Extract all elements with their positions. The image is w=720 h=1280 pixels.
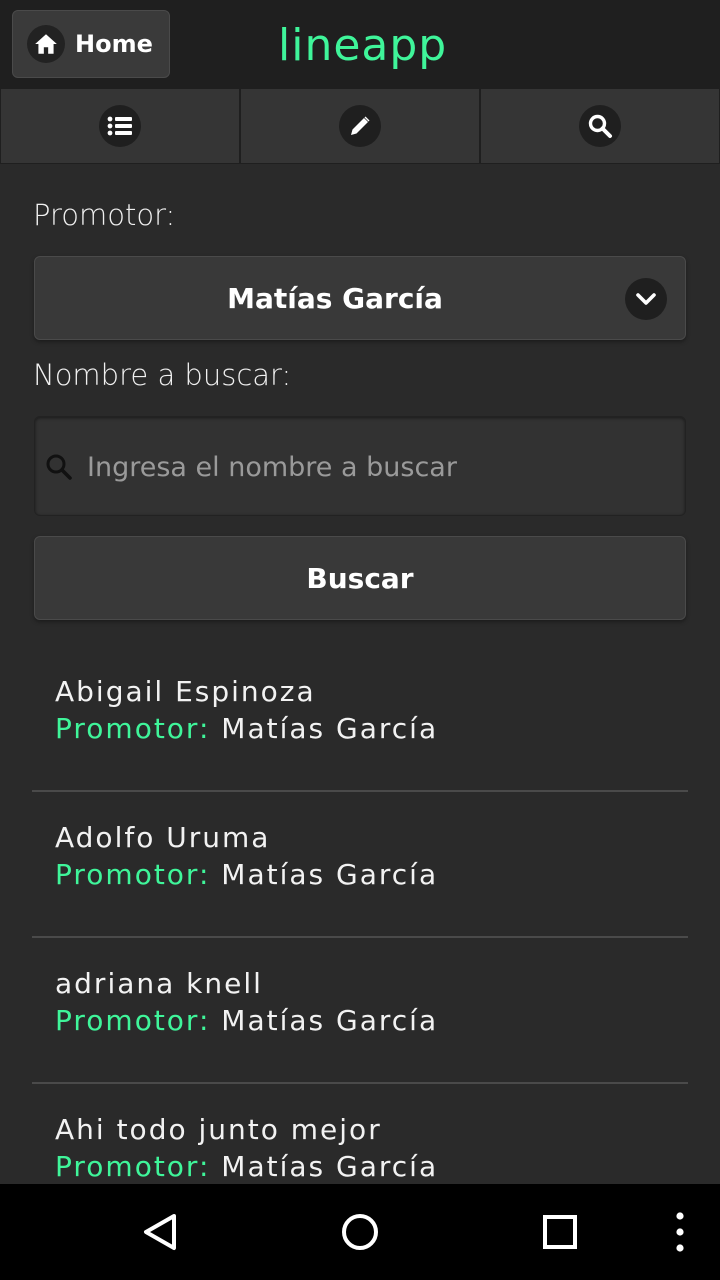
tab-navbar: [0, 88, 720, 164]
tab-edit[interactable]: [240, 88, 480, 164]
list-item[interactable]: Adolfo Uruma Promotor: Matías García: [32, 792, 688, 938]
top-header: Home lineapp: [0, 0, 720, 88]
pencil-icon: [339, 105, 381, 147]
promoter-label: Promotor:: [33, 198, 176, 232]
home-icon: [27, 25, 65, 63]
home-circle-icon[interactable]: [340, 1212, 380, 1256]
overflow-menu-icon[interactable]: [672, 1212, 688, 1256]
search-field-icon: [45, 453, 73, 485]
result-promoter-key: Promotor:: [55, 712, 211, 745]
result-promoter-value: Matías García: [221, 858, 439, 891]
result-promoter: Promotor: Matías García: [55, 1002, 688, 1040]
back-icon[interactable]: [140, 1212, 180, 1256]
result-promoter-key: Promotor:: [55, 1150, 211, 1183]
recents-icon[interactable]: [542, 1212, 578, 1256]
search-icon: [579, 105, 621, 147]
result-name: Ahi todo junto mejor: [55, 1113, 382, 1146]
app-brand-title: lineapp: [278, 20, 448, 71]
result-name: Adolfo Uruma: [55, 821, 271, 854]
promoter-select-value: Matías García: [227, 281, 443, 315]
search-submit-button[interactable]: Buscar: [34, 536, 686, 620]
list-item[interactable]: Abigail Espinoza Promotor: Matías García: [32, 646, 688, 792]
result-promoter-value: Matías García: [221, 1004, 439, 1037]
list-icon: [99, 105, 141, 147]
tab-search[interactable]: [480, 88, 720, 164]
result-promoter: Promotor: Matías García: [55, 856, 688, 894]
search-label: Nombre a buscar:: [33, 358, 292, 392]
promoter-select[interactable]: Matías García: [34, 256, 686, 340]
result-name: adriana knell: [55, 967, 263, 1000]
chevron-down-icon: [625, 278, 667, 320]
results-list: Abigail Espinoza Promotor: Matías García…: [32, 646, 688, 1230]
tab-list[interactable]: [0, 88, 240, 164]
system-nav-bar: [0, 1184, 720, 1280]
result-name: Abigail Espinoza: [55, 675, 316, 708]
home-button-label: Home: [75, 30, 153, 58]
app-screen: Home lineapp Promotor: Matías García Nom…: [0, 0, 720, 1280]
result-promoter-value: Matías García: [221, 1150, 439, 1183]
result-promoter-value: Matías García: [221, 712, 439, 745]
list-item[interactable]: adriana knell Promotor: Matías García: [32, 938, 688, 1084]
result-promoter-key: Promotor:: [55, 858, 211, 891]
search-input[interactable]: [87, 445, 667, 489]
search-field: [34, 416, 686, 516]
result-promoter: Promotor: Matías García: [55, 1148, 688, 1186]
result-promoter-key: Promotor:: [55, 1004, 211, 1037]
home-button[interactable]: Home: [12, 10, 170, 78]
result-promoter: Promotor: Matías García: [55, 710, 688, 748]
